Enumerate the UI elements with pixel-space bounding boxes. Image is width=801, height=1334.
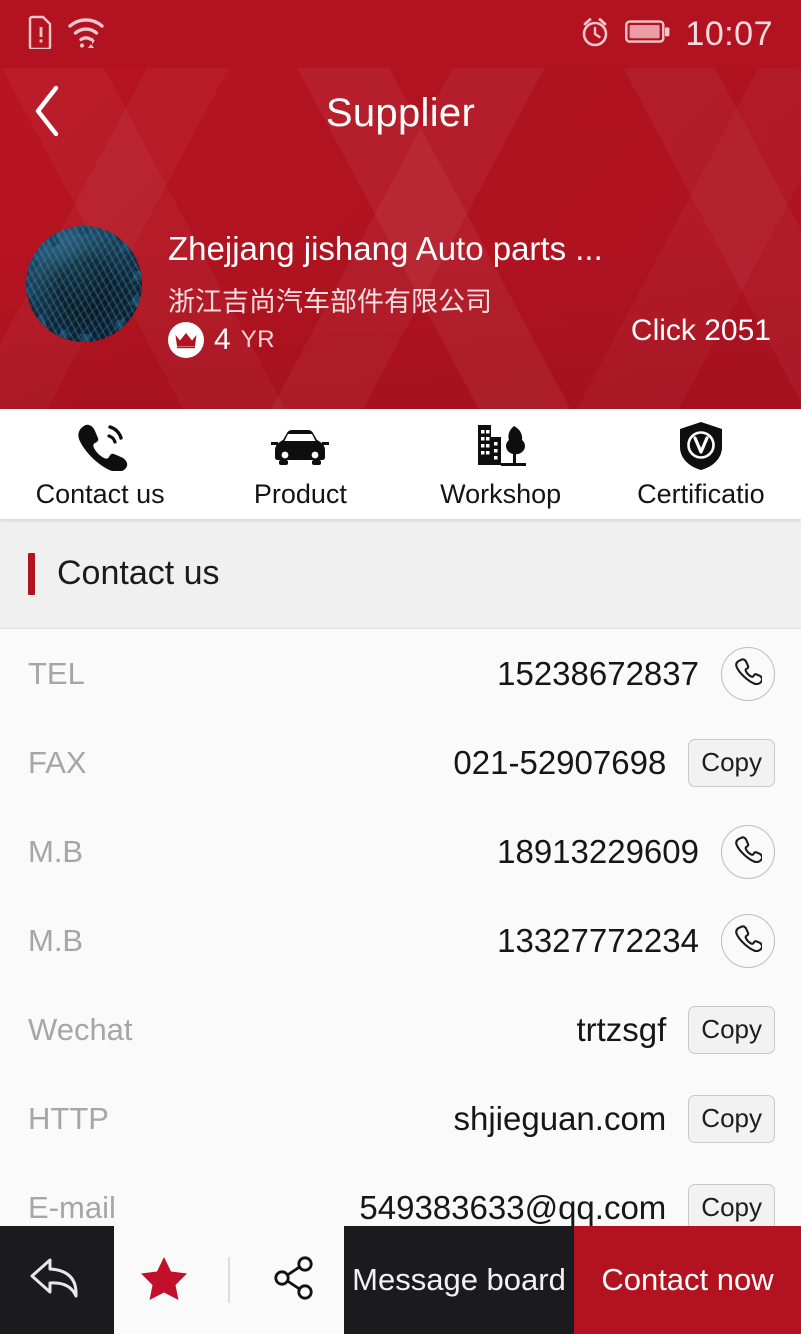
tab-contact-us[interactable]: Contact us (0, 409, 200, 519)
row-value: 549383633@qq.com (359, 1188, 667, 1226)
tab-label: Product (253, 479, 347, 509)
row-value: shjieguan.com (453, 1099, 667, 1137)
row-action (721, 646, 775, 701)
row-action: Copy (688, 1183, 775, 1232)
navigation-bar: Supplier (0, 68, 801, 158)
tab-label: Certificatio (637, 479, 765, 509)
shield-v-icon (677, 421, 725, 471)
copy-button[interactable]: Copy (688, 738, 775, 787)
phone-ring-icon (72, 421, 128, 471)
row-action: Copy (688, 1005, 775, 1054)
table-row[interactable]: M.B 13327772234 (0, 896, 801, 985)
app-screen: 10:07 Supplier Zhejjang jishang Auto par… (0, 0, 801, 1334)
alarm-icon (579, 16, 611, 53)
back-button[interactable] (16, 82, 78, 144)
table-row[interactable]: FAX 021-52907698 Copy (0, 718, 801, 807)
call-button[interactable] (721, 824, 775, 879)
tab-strip: Contact us Product Workshop Certificatio (0, 409, 801, 519)
tab-workshop[interactable]: Workshop (401, 409, 601, 519)
tab-label: Contact us (35, 479, 165, 509)
tab-certification[interactable]: Certificatio (601, 409, 801, 519)
row-value: 021-52907698 (453, 743, 667, 781)
row-label: FAX (28, 744, 87, 780)
years-value: 4 (214, 323, 231, 356)
row-label: M.B (28, 922, 84, 958)
row-action: Copy (688, 1094, 775, 1143)
status-bar-clock: 10:07 (685, 14, 773, 53)
row-label: TEL (28, 655, 85, 691)
table-row[interactable]: Wechat trtzsgf Copy (0, 985, 801, 1074)
share-button[interactable] (258, 1244, 330, 1316)
factory-tree-icon (472, 421, 530, 471)
table-row[interactable]: HTTP shjieguan.com Copy (0, 1074, 801, 1163)
call-button[interactable] (721, 646, 775, 701)
contact-now-button[interactable]: Contact now (574, 1226, 801, 1334)
status-bar-left (28, 15, 106, 54)
click-count: Click 2051 (630, 314, 771, 347)
company-info: Zhejjang jishang Auto parts ... 浙江吉尚汽车部件… (0, 222, 801, 358)
row-value: trtzsgf (576, 1010, 667, 1048)
table-row[interactable]: M.B 18913229609 (0, 807, 801, 896)
bottom-tools (114, 1226, 344, 1334)
copy-button[interactable]: Copy (688, 1005, 775, 1054)
section-title: Contact us (57, 554, 220, 592)
phone-icon (734, 835, 764, 868)
row-value: 13327772234 (497, 921, 699, 959)
phone-icon (734, 657, 764, 690)
company-logo[interactable] (26, 226, 142, 342)
row-action: Copy (688, 738, 775, 787)
tab-label: Workshop (440, 479, 562, 509)
tools-divider (228, 1257, 230, 1303)
status-bar: 10:07 (0, 0, 801, 68)
status-bar-right: 10:07 (579, 15, 773, 54)
section-accent-bar (28, 552, 35, 595)
company-name-cn: 浙江吉尚汽车部件有限公司 (168, 287, 492, 317)
sim-alert-icon (28, 15, 54, 54)
logo-texture (26, 226, 142, 342)
star-icon (140, 1255, 188, 1306)
bottom-back-button[interactable] (0, 1226, 114, 1334)
message-board-button[interactable]: Message board (344, 1226, 574, 1334)
table-row[interactable]: TEL 15238672837 (0, 629, 801, 718)
copy-button[interactable]: Copy (688, 1183, 775, 1232)
row-action (721, 824, 775, 879)
row-label: HTTP (28, 1100, 109, 1136)
section-header: Contact us (0, 519, 801, 629)
contact-list: TEL 15238672837 FAX 021-52907698 Copy M.… (0, 629, 801, 1234)
wifi-icon (66, 15, 106, 54)
crown-icon (168, 322, 204, 358)
car-icon (269, 421, 331, 471)
battery-icon (625, 19, 671, 50)
favorite-button[interactable] (128, 1244, 200, 1316)
row-value: 18913229609 (497, 832, 699, 870)
row-label: E-mail (28, 1189, 116, 1225)
share-icon (271, 1255, 317, 1306)
row-value: 15238672837 (497, 654, 699, 692)
reply-arrow-icon (28, 1254, 86, 1307)
chevron-left-icon (30, 84, 64, 143)
tab-product[interactable]: Product (200, 409, 400, 519)
membership-years: 4 YR (168, 322, 275, 358)
phone-icon (734, 924, 764, 957)
company-name-en: Zhejjang jishang Auto parts ... (168, 230, 603, 267)
call-button[interactable] (721, 913, 775, 968)
row-action (721, 913, 775, 968)
copy-button[interactable]: Copy (688, 1094, 775, 1143)
bottom-action-bar: Message board Contact now (0, 1226, 801, 1334)
row-label: Wechat (28, 1011, 133, 1047)
page-title: Supplier (325, 90, 476, 135)
years-unit: YR (240, 326, 276, 353)
row-label: M.B (28, 833, 84, 869)
